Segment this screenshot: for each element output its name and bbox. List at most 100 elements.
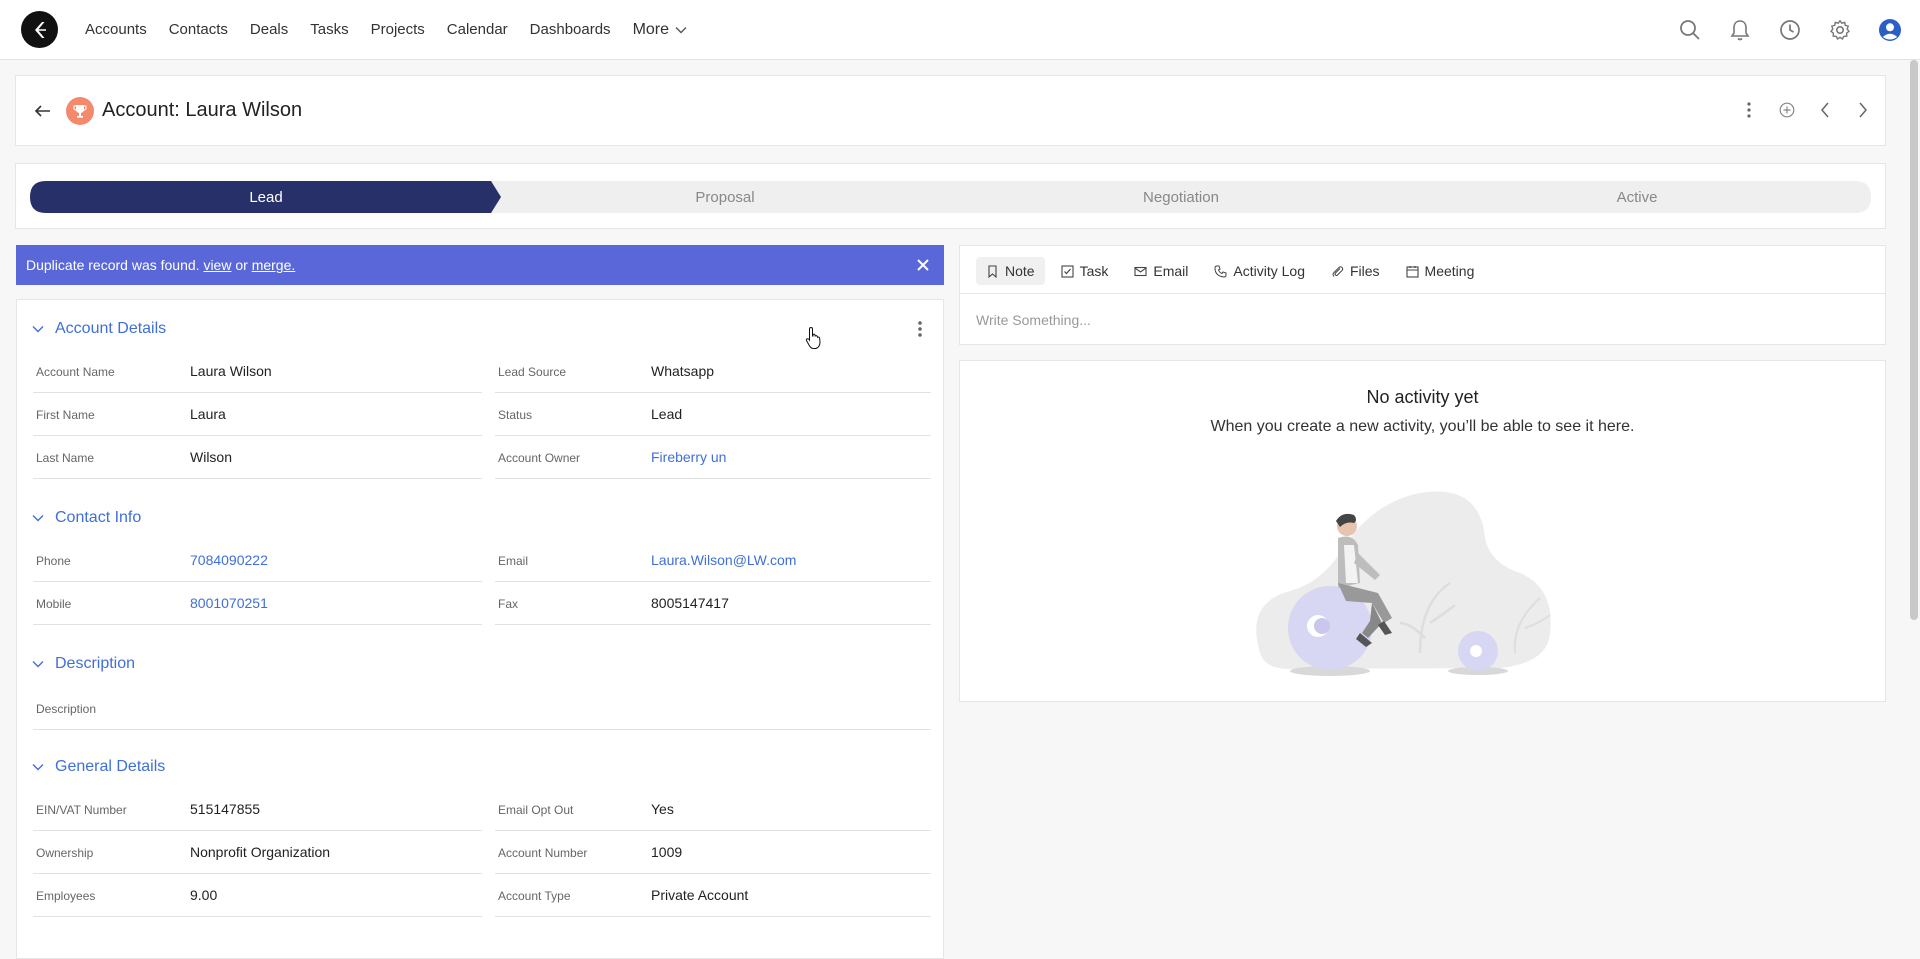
account-owner-link[interactable]: Fireberry un	[651, 449, 726, 465]
field-label: Account Owner	[498, 451, 581, 465]
section-general-details[interactable]: General Details	[31, 758, 165, 776]
section-contact-info[interactable]: Contact Info	[31, 509, 141, 527]
field-value: 9.00	[190, 887, 218, 903]
hand-cursor-icon	[805, 326, 821, 349]
activity-composer: Note Task Email Activity Log Files Meeti…	[959, 245, 1886, 345]
record-header: Account: Laura Wilson	[15, 75, 1886, 146]
duplicate-view-link[interactable]: view	[203, 257, 231, 273]
tab-activity-log[interactable]: Activity Log	[1204, 257, 1315, 285]
field-value: Nonprofit Organization	[190, 844, 331, 860]
paperclip-icon	[1332, 265, 1344, 277]
empty-state-illustration	[1256, 491, 1551, 676]
user-icon[interactable]	[1878, 18, 1902, 42]
checkbox-icon	[1061, 264, 1074, 278]
section-description[interactable]: Description	[31, 655, 135, 673]
email-link[interactable]: Laura.Wilson@LW.com	[651, 552, 796, 568]
field-ownership[interactable]: Ownership Nonprofit Organization	[33, 832, 482, 874]
field-account-owner[interactable]: Account Owner Fireberry un	[495, 437, 931, 479]
main-nav-links: Accounts Contacts Deals Tasks Projects C…	[85, 0, 687, 59]
field-account-name[interactable]: Account Name Laura Wilson	[33, 351, 482, 393]
chevron-left-icon[interactable]	[1815, 98, 1835, 122]
chevron-right-icon[interactable]	[1853, 98, 1873, 122]
tab-files-label: Files	[1349, 263, 1380, 279]
field-mobile[interactable]: Mobile 8001070251	[33, 583, 482, 625]
field-last-name[interactable]: Last Name Wilson	[33, 437, 482, 479]
phone-link[interactable]: 7084090222	[190, 552, 268, 568]
nav-deals[interactable]: Deals	[250, 21, 288, 38]
field-label: Account Name	[36, 365, 115, 379]
field-label: Lead Source	[498, 365, 567, 379]
stage-proposal[interactable]: Proposal	[491, 181, 959, 213]
stage-negotiation[interactable]: Negotiation	[947, 181, 1415, 213]
nav-tasks[interactable]: Tasks	[310, 21, 348, 38]
add-circle-icon[interactable]	[1777, 98, 1797, 122]
field-first-name[interactable]: First Name Laura	[33, 394, 482, 436]
field-label: Account Type	[498, 889, 571, 903]
activity-tabs: Note Task Email Activity Log Files Meeti…	[976, 254, 1484, 288]
chevron-down-icon	[32, 326, 44, 333]
stage-lead[interactable]: Lead	[30, 181, 502, 213]
field-label: Last Name	[36, 451, 95, 465]
field-account-type[interactable]: Account Type Private Account	[495, 875, 931, 917]
nav-accounts[interactable]: Accounts	[85, 21, 147, 38]
kebab-icon[interactable]	[1739, 98, 1759, 122]
section-account-details[interactable]: Account Details	[31, 320, 166, 338]
note-input[interactable]: Write Something...	[976, 312, 1091, 328]
section-general-details-title: General Details	[55, 758, 166, 775]
duplicate-or-text: or	[235, 257, 248, 273]
field-label: EIN/VAT Number	[36, 803, 127, 817]
nav-contacts[interactable]: Contacts	[169, 21, 228, 38]
stage-pipeline: Lead Proposal Negotiation Active	[30, 181, 1871, 213]
stage-active-label: Active	[1616, 188, 1658, 206]
field-label: Phone	[36, 554, 71, 568]
field-employees[interactable]: Employees 9.00	[33, 875, 482, 917]
back-arrow-icon[interactable]	[32, 100, 54, 122]
stage-active[interactable]: Active	[1403, 181, 1871, 213]
field-account-number[interactable]: Account Number 1009	[495, 832, 931, 874]
field-label: Fax	[498, 597, 519, 611]
section-menu-kebab-icon[interactable]	[917, 320, 925, 340]
field-status[interactable]: Status Lead	[495, 394, 931, 436]
field-label: Mobile	[36, 597, 72, 611]
mobile-link[interactable]: 8001070251	[190, 595, 268, 611]
nav-icon-group	[1678, 0, 1902, 59]
field-value: Laura	[190, 406, 226, 422]
stage-negotiation-label: Negotiation	[1143, 188, 1219, 206]
field-ein-vat[interactable]: EIN/VAT Number 515147855	[33, 789, 482, 831]
tab-note-label: Note	[1005, 263, 1035, 279]
account-details-panel: Account Details Account Name Laura Wilso…	[16, 299, 944, 959]
field-value: Yes	[651, 801, 674, 817]
field-value: 8005147417	[651, 595, 729, 611]
close-icon[interactable]	[914, 256, 932, 274]
nav-more-menu[interactable]: More	[633, 21, 687, 39]
nav-calendar[interactable]: Calendar	[447, 21, 508, 38]
field-lead-source[interactable]: Lead Source Whatsapp	[495, 351, 931, 393]
chevron-down-icon	[675, 26, 687, 33]
nav-more-label: More	[632, 20, 670, 38]
nav-projects[interactable]: Projects	[371, 21, 425, 38]
tab-files[interactable]: Files	[1321, 257, 1390, 285]
phone-icon	[1214, 265, 1227, 278]
tab-task[interactable]: Task	[1051, 257, 1119, 285]
bell-icon[interactable]	[1728, 18, 1752, 42]
page-scrollbar[interactable]	[1910, 60, 1918, 620]
app-logo-icon[interactable]	[21, 11, 58, 48]
search-icon[interactable]	[1678, 18, 1702, 42]
clock-icon[interactable]	[1778, 18, 1802, 42]
section-contact-info-title: Contact Info	[55, 509, 142, 526]
field-value: Laura Wilson	[190, 363, 272, 379]
field-fax[interactable]: Fax 8005147417	[495, 583, 931, 625]
duplicate-merge-link[interactable]: merge.	[252, 257, 296, 273]
field-phone[interactable]: Phone 7084090222	[33, 540, 482, 582]
tab-meeting[interactable]: Meeting	[1396, 257, 1485, 285]
field-email-opt-out[interactable]: Email Opt Out Yes	[495, 789, 931, 831]
tab-email[interactable]: Email	[1124, 257, 1198, 285]
tab-meeting-label: Meeting	[1424, 263, 1475, 279]
chevron-down-icon	[32, 661, 44, 668]
gear-icon[interactable]	[1828, 18, 1852, 42]
nav-dashboards[interactable]: Dashboards	[530, 21, 611, 38]
tab-note[interactable]: Note	[976, 257, 1045, 285]
field-description[interactable]: Description	[33, 688, 931, 730]
field-email[interactable]: Email Laura.Wilson@LW.com	[495, 540, 931, 582]
composer-divider	[960, 293, 1885, 294]
